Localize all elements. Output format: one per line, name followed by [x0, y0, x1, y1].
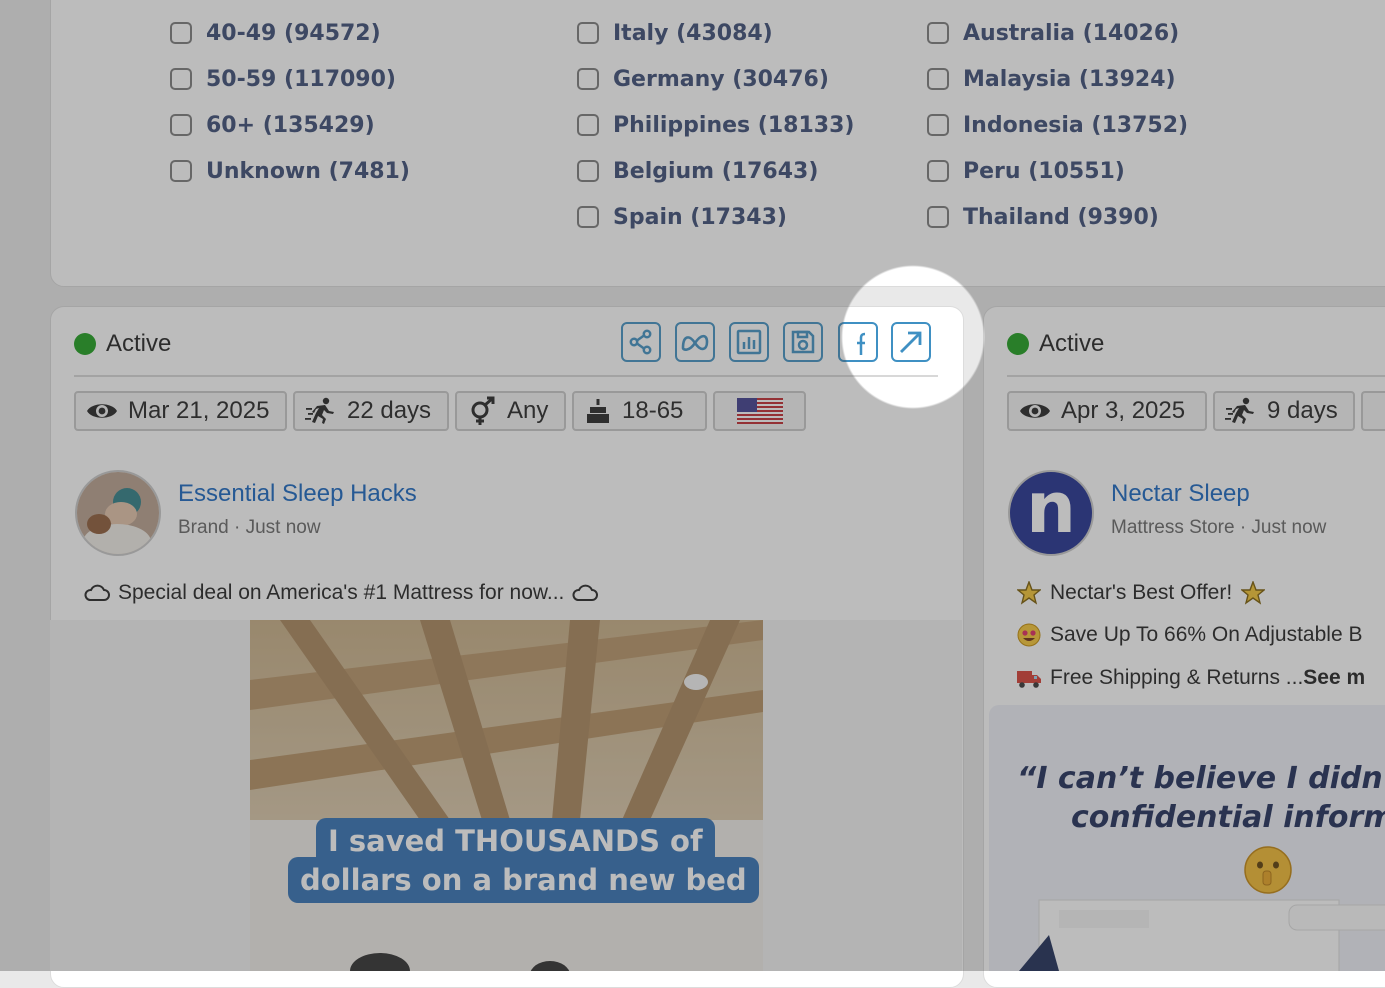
checkbox[interactable] — [170, 22, 192, 44]
us-flag-icon — [736, 398, 783, 424]
checkbox[interactable] — [577, 206, 599, 228]
ad-primary-text: Special deal on America's #1 Mattress fo… — [84, 580, 606, 606]
share-button[interactable] — [621, 322, 661, 362]
share-icon — [629, 329, 652, 355]
checkbox[interactable] — [577, 160, 599, 182]
filter-country-peru[interactable]: Peru (10551) — [927, 156, 1125, 186]
ad-image-quote-line-1: “I can’t believe I didn’t k — [1017, 761, 1385, 796]
analytics-button[interactable] — [729, 322, 769, 362]
page-name-link[interactable]: Essential Sleep Hacks — [178, 480, 417, 508]
ad-image[interactable]: “I can’t believe I didn’t k confidential… — [989, 705, 1385, 971]
pill-last-seen-date: Apr 3, 2025 — [1007, 391, 1207, 431]
pill-last-seen-date: Mar 21, 2025 — [74, 391, 287, 431]
filter-country-philippines[interactable]: Philippines (18133) — [577, 110, 854, 140]
see-more-link[interactable]: See m — [1303, 666, 1365, 690]
checkbox[interactable] — [170, 68, 192, 90]
eye-icon — [87, 404, 117, 418]
ad-status: Active — [1007, 330, 1104, 358]
meta-icon — [681, 334, 709, 351]
checkbox[interactable] — [577, 22, 599, 44]
pill-duration: 22 days — [293, 391, 449, 431]
checkbox[interactable] — [927, 206, 949, 228]
filter-country-thailand[interactable]: Thailand (9390) — [927, 202, 1159, 232]
open-external-button[interactable] — [891, 322, 931, 362]
checkbox[interactable] — [927, 160, 949, 182]
filter-age-unknown[interactable]: Unknown (7481) — [170, 156, 410, 186]
pill-age-range: 18-65 — [572, 391, 707, 431]
checkbox[interactable] — [170, 160, 192, 182]
meta-button[interactable] — [675, 322, 715, 362]
cloud-icon — [84, 580, 110, 606]
checkbox[interactable] — [927, 114, 949, 136]
ad-text-line-1: Nectar's Best Offer! — [1016, 580, 1274, 606]
filter-country-australia[interactable]: Australia (14026) — [927, 18, 1179, 48]
ad-image-graphic — [1019, 846, 1385, 971]
star-icon — [1016, 580, 1042, 606]
filter-age-60-plus[interactable]: 60+ (135429) — [170, 110, 375, 140]
pill-duration: 9 days — [1213, 391, 1355, 431]
ad-text-line-3: Free Shipping & Returns ... See m — [1016, 665, 1365, 691]
filter-country-belgium[interactable]: Belgium (17643) — [577, 156, 818, 186]
chart-icon — [736, 329, 762, 355]
filter-country-malaysia[interactable]: Malaysia (13924) — [927, 64, 1176, 94]
star-struck-emoji-icon — [1016, 622, 1042, 648]
filter-age-50-59[interactable]: 50-59 (117090) — [170, 64, 396, 94]
filter-country-spain[interactable]: Spain (17343) — [577, 202, 787, 232]
checkbox[interactable] — [927, 68, 949, 90]
birthday-cake-icon — [587, 399, 609, 423]
save-icon — [791, 330, 815, 354]
filter-country-italy[interactable]: Italy (43084) — [577, 18, 773, 48]
ad-text-line-2: Save Up To 66% On Adjustable B — [1016, 622, 1362, 648]
page-name-link[interactable]: Nectar Sleep — [1111, 480, 1250, 508]
ad-image[interactable] — [250, 620, 763, 971]
avatar-photo — [77, 472, 159, 554]
facebook-button[interactable] — [838, 322, 878, 362]
checkbox[interactable] — [577, 114, 599, 136]
page-subtitle: Mattress Store · Just now — [1111, 517, 1327, 538]
checkbox[interactable] — [927, 22, 949, 44]
pill-gender — [1361, 391, 1385, 431]
avatar[interactable] — [75, 470, 161, 556]
gender-icon — [471, 396, 495, 425]
page-subtitle: Brand · Just now — [178, 517, 321, 538]
divider — [1007, 375, 1385, 377]
save-button[interactable] — [783, 322, 823, 362]
status-dot — [1007, 333, 1029, 355]
eye-icon — [1020, 404, 1050, 418]
nectar-logo-letter: n — [1026, 470, 1076, 549]
external-link-icon — [900, 331, 922, 353]
checkbox[interactable] — [577, 68, 599, 90]
ad-image-caption-line-2: dollars on a brand new bed — [288, 857, 759, 903]
running-icon — [305, 397, 334, 424]
pill-country-us — [713, 391, 806, 431]
facebook-icon — [857, 332, 866, 355]
filter-country-indonesia[interactable]: Indonesia (13752) — [927, 110, 1188, 140]
filter-age-40-49[interactable]: 40-49 (94572) — [170, 18, 381, 48]
divider — [74, 375, 938, 377]
ad-image-graphic — [250, 620, 763, 971]
filter-country-germany[interactable]: Germany (30476) — [577, 64, 829, 94]
ad-status: Active — [74, 330, 171, 358]
status-dot — [74, 333, 96, 355]
cloud-icon — [572, 580, 599, 606]
checkbox[interactable] — [170, 114, 192, 136]
ad-image-quote-line-2: confidential informa — [1071, 800, 1385, 835]
star-icon — [1240, 580, 1266, 606]
delivery-truck-icon — [1016, 665, 1042, 691]
running-icon — [1225, 397, 1254, 424]
pill-gender: Any — [455, 391, 566, 431]
avatar[interactable]: n — [1008, 470, 1094, 556]
